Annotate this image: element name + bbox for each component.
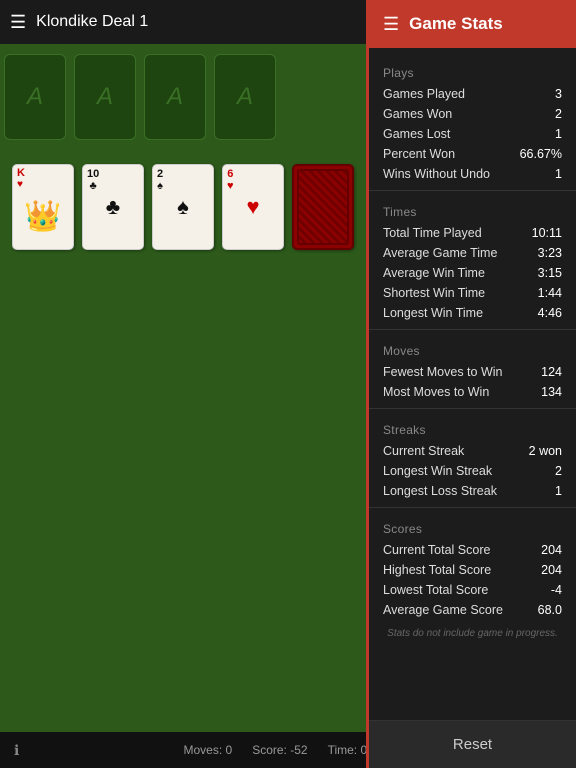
stat-total-time: Total Time Played 10:11 (369, 223, 576, 243)
moves-section-label: Moves (369, 336, 576, 362)
stat-games-won: Games Won 2 (369, 104, 576, 124)
stat-lowest-score: Lowest Total Score -4 (369, 580, 576, 600)
stat-highest-score: Highest Total Score 204 (369, 560, 576, 580)
stat-fewest-moves: Fewest Moves to Win 124 (369, 362, 576, 382)
moves-display: Moves: 0 (184, 743, 233, 757)
stat-percent-won: Percent Won 66.67% (369, 144, 576, 164)
panel-content: Plays Games Played 3 Games Won 2 Games L… (369, 48, 576, 720)
panel-footnote: Stats do not include game in progress. (369, 620, 576, 647)
stat-current-score: Current Total Score 204 (369, 540, 576, 560)
info-icon[interactable]: ℹ (14, 742, 19, 759)
stat-shortest-win: Shortest Win Time 1:44 (369, 283, 576, 303)
card-2-spades[interactable]: 2♠ ♠ (152, 164, 214, 250)
stat-most-moves: Most Moves to Win 134 (369, 382, 576, 402)
card-facedown[interactable] (292, 164, 354, 250)
stat-longest-win-streak: Longest Win Streak 2 (369, 461, 576, 481)
stat-current-streak: Current Streak 2 won (369, 441, 576, 461)
side-panel: ☰ Game Stats Plays Games Played 3 Games … (366, 0, 576, 768)
foundation-1[interactable]: A (4, 54, 66, 140)
stat-longest-loss-streak: Longest Loss Streak 1 (369, 481, 576, 501)
divider-3 (369, 408, 576, 409)
foundation-3[interactable]: A (144, 54, 206, 140)
stat-games-played: Games Played 3 (369, 84, 576, 104)
divider-2 (369, 329, 576, 330)
streaks-section-label: Streaks (369, 415, 576, 441)
stat-avg-win-time: Average Win Time 3:15 (369, 263, 576, 283)
stat-games-lost: Games Lost 1 (369, 124, 576, 144)
reset-button[interactable]: Reset (369, 720, 576, 768)
scores-section-label: Scores (369, 514, 576, 540)
divider-1 (369, 190, 576, 191)
card-6-hearts[interactable]: 6♥ ♥ (222, 164, 284, 250)
card-ten-clubs[interactable]: 10♣ ♣ (82, 164, 144, 250)
score-display: Score: -52 (252, 743, 307, 757)
panel-menu-icon[interactable]: ☰ (383, 14, 399, 35)
stat-longest-win: Longest Win Time 4:46 (369, 303, 576, 323)
card-king-hearts[interactable]: K ♥ 👑 (12, 164, 74, 250)
stat-avg-score: Average Game Score 68.0 (369, 600, 576, 620)
foundation-4[interactable]: A (214, 54, 276, 140)
panel-header: ☰ Game Stats (369, 0, 576, 48)
plays-section-label: Plays (369, 58, 576, 84)
menu-icon[interactable]: ☰ (10, 12, 26, 33)
panel-title: Game Stats (409, 14, 503, 34)
stat-wins-without-undo: Wins Without Undo 1 (369, 164, 576, 184)
times-section-label: Times (369, 197, 576, 223)
stat-avg-game-time: Average Game Time 3:23 (369, 243, 576, 263)
status-center: Moves: 0 Score: -52 Time: 0:00 (184, 743, 384, 757)
divider-4 (369, 507, 576, 508)
foundation-2[interactable]: A (74, 54, 136, 140)
